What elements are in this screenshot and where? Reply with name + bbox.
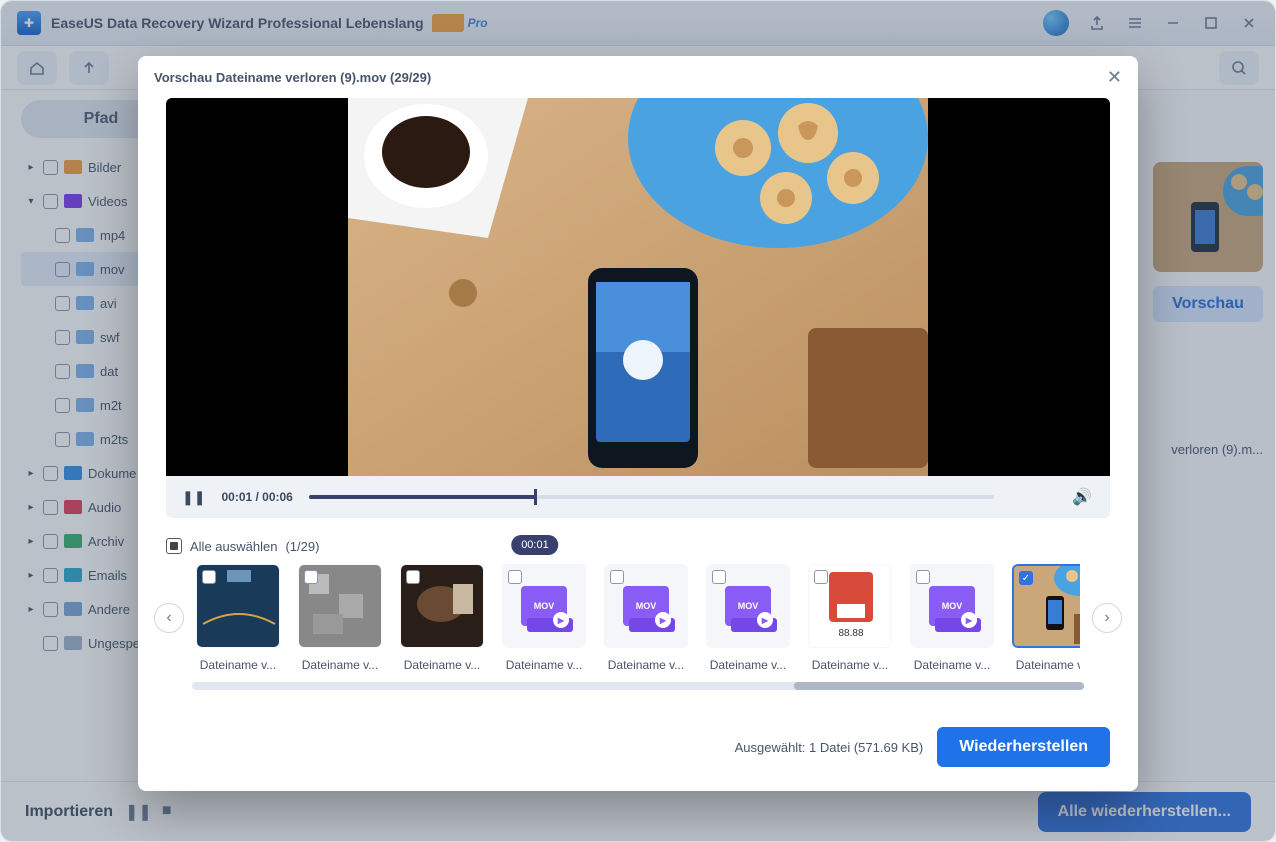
thumbnail-item[interactable]: Dateiname v... [196,564,280,672]
thumbnail-item[interactable]: ✓ Dateiname v... [1012,564,1080,672]
select-count: (1/29) [285,539,319,554]
svg-text:88.88: 88.88 [838,628,863,639]
thumb-label: Dateiname v... [910,658,994,672]
mov-file-icon: MOV▶ [929,586,975,626]
thumb-checkbox[interactable] [814,570,828,584]
gallery-next-button[interactable]: › [1092,603,1122,633]
thumbnail-item[interactable]: MOV▶ Dateiname v... [604,564,688,672]
time-display: 00:01 / 00:06 [221,490,292,504]
volume-button[interactable]: 🔊 [1072,487,1092,507]
select-all-row: Alle auswählen (1/29) [166,538,1110,554]
pause-button[interactable]: ❚❚ [182,489,205,506]
progress-bar[interactable]: 00:01 [309,495,994,499]
thumb-label: Dateiname v... [808,658,892,672]
selection-summary: Ausgewählt: 1 Datei (571.69 KB) [735,740,924,755]
thumb-label: Dateiname v... [604,658,688,672]
thumb-checkbox[interactable] [916,570,930,584]
mov-file-icon: MOV▶ [725,586,771,626]
preview-modal: Vorschau Dateiname verloren (9).mov (29/… [138,56,1138,791]
thumbnail-gallery: ‹ Dateiname v... Dateiname v... Dateiname … [154,564,1122,672]
thumbnail-item[interactable]: MOV▶ Dateiname v... [706,564,790,672]
gallery-scrollbar[interactable] [192,682,1084,690]
thumb-label: Dateiname v... [298,658,382,672]
thumbnail-item[interactable]: MOV▶ Dateiname v... [502,564,586,672]
select-all-label: Alle auswählen [190,539,277,554]
thumb-label: Dateiname v... [1012,658,1080,672]
thumbnail-item[interactable]: Dateiname v... [298,564,382,672]
thumb-checkbox[interactable] [202,570,216,584]
thumb-label: Dateiname v... [196,658,280,672]
mov-file-icon: MOV▶ [623,586,669,626]
thumbnail-item[interactable]: MOV▶ Dateiname v... [910,564,994,672]
thumb-checkbox[interactable] [304,570,318,584]
thumb-checkbox[interactable]: ✓ [1019,571,1033,585]
video-frame[interactable] [166,98,1110,476]
thumb-label: Dateiname v... [706,658,790,672]
thumb-checkbox[interactable] [508,570,522,584]
recover-button[interactable]: Wiederherstellen [937,727,1110,767]
thumb-checkbox[interactable] [406,570,420,584]
video-player: ❚❚ 00:01 / 00:06 00:01 🔊 [166,98,1110,518]
thumb-label: Dateiname v... [502,658,586,672]
app-window: ✚ EaseUS Data Recovery Wizard Profession… [0,0,1276,842]
thumb-checkbox[interactable] [610,570,624,584]
select-all-checkbox[interactable] [166,538,182,554]
modal-close-button[interactable]: ✕ [1107,67,1122,88]
thumb-checkbox[interactable] [712,570,726,584]
mov-file-icon: MOV▶ [521,586,567,626]
thumb-label: Dateiname v... [400,658,484,672]
gallery-prev-button[interactable]: ‹ [154,603,184,633]
time-tooltip: 00:01 [511,535,559,555]
thumbnail-item[interactable]: 88.88 Dateiname v... [808,564,892,672]
player-controls: ❚❚ 00:01 / 00:06 00:01 🔊 [166,476,1110,518]
thumbnail-item[interactable]: Dateiname v... [400,564,484,672]
modal-overlay: Vorschau Dateiname verloren (9).mov (29/… [1,1,1275,841]
modal-title: Vorschau Dateiname verloren (9).mov (29/… [154,70,431,85]
